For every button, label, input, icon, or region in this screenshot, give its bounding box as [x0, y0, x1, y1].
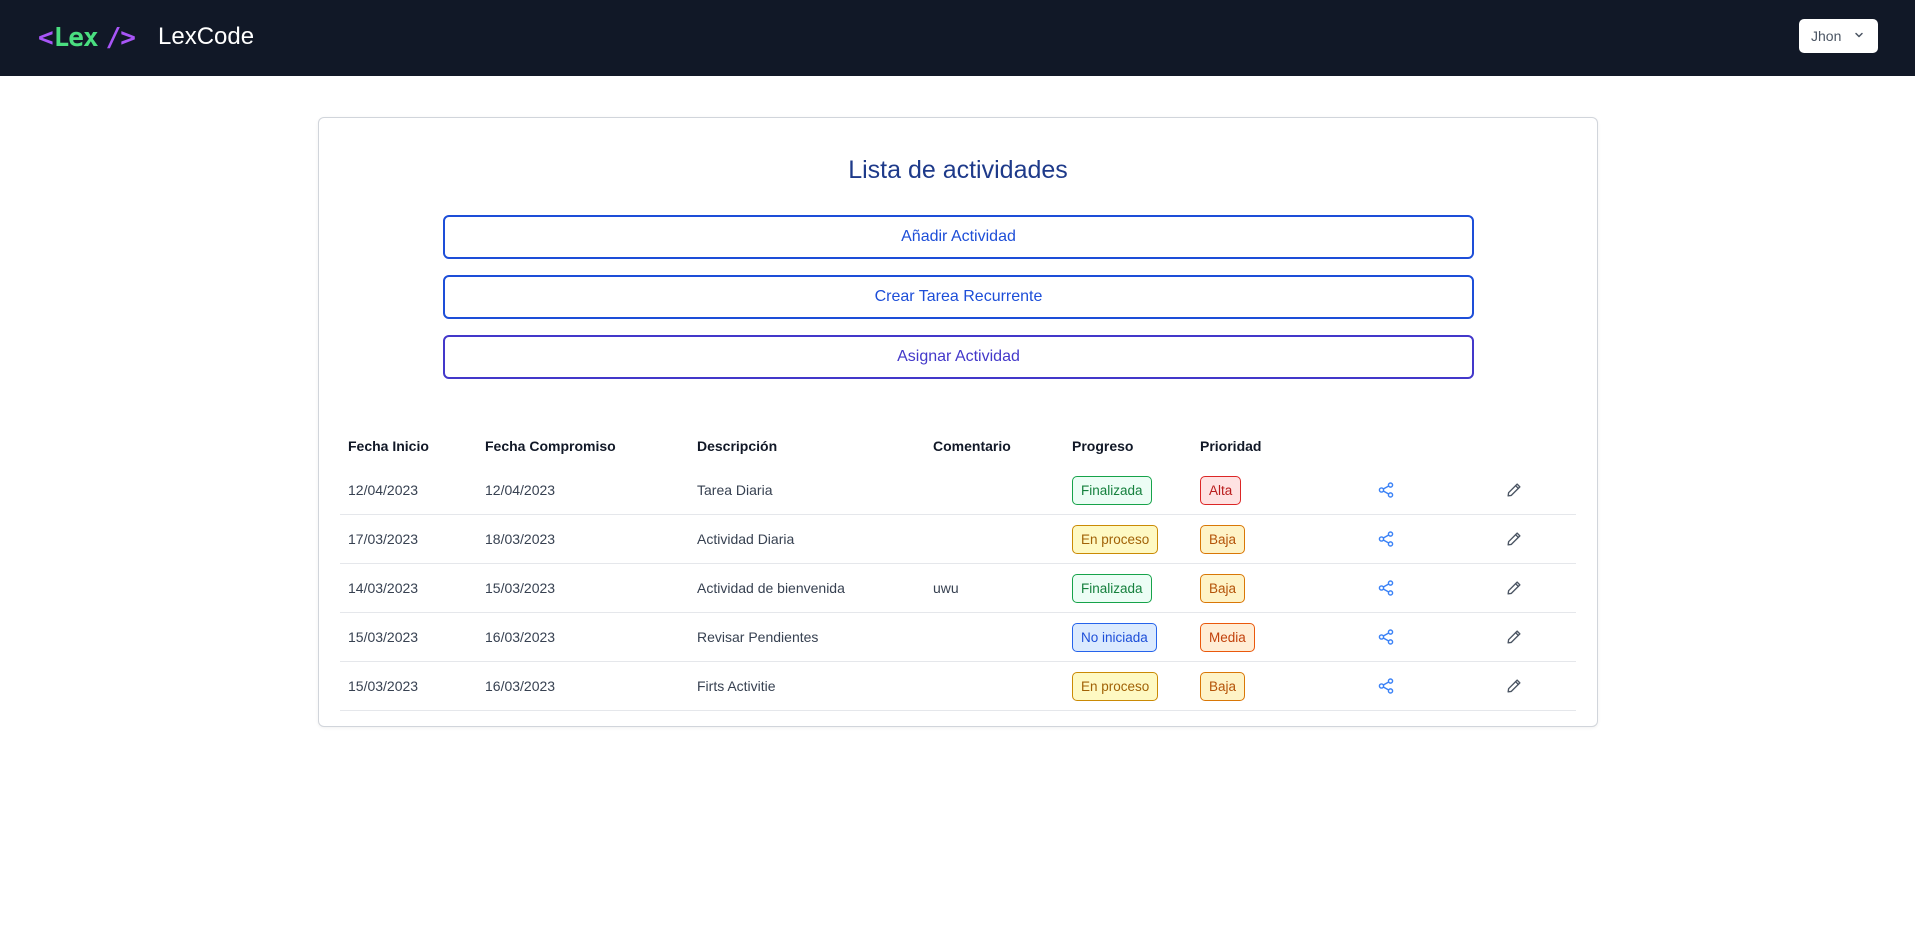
priority-badge: Alta: [1200, 476, 1242, 505]
column-header-comment: Comentario: [933, 438, 1011, 454]
activities-table: Fecha Inicio Fecha Compromiso Descripció…: [340, 426, 1576, 711]
table-row: 14/03/2023 15/03/2023 Actividad de bienv…: [340, 564, 1576, 613]
table-body: 12/04/2023 12/04/2023 Tarea Diaria Final…: [340, 466, 1576, 711]
chevron-down-icon: [1855, 32, 1863, 38]
start-date-cell: 15/03/2023: [348, 629, 419, 645]
top-navbar: < Lex /> LexCode Jhon: [0, 0, 1915, 76]
due-date-cell: 15/03/2023: [485, 580, 556, 596]
priority-badge: Baja: [1200, 525, 1246, 554]
column-header-priority: Prioridad: [1200, 438, 1262, 454]
start-date-cell: 12/04/2023: [348, 482, 419, 498]
logo-word: Lex: [53, 23, 99, 53]
priority-badge: Media: [1200, 623, 1255, 652]
due-date-cell: 12/04/2023: [485, 482, 556, 498]
pencil-icon[interactable]: [1502, 674, 1526, 698]
user-menu-dropdown[interactable]: Jhon: [1799, 19, 1878, 53]
column-header-start-date: Fecha Inicio: [348, 438, 429, 454]
app-name[interactable]: LexCode: [158, 22, 254, 52]
assign-activity-button[interactable]: Asignar Actividad: [443, 335, 1474, 379]
priority-badge: Baja: [1200, 574, 1246, 603]
column-header-due-date: Fecha Compromiso: [485, 438, 616, 454]
logo-slash: />: [105, 23, 136, 53]
table-row: 17/03/2023 18/03/2023 Actividad Diaria E…: [340, 515, 1576, 564]
table-row: 15/03/2023 16/03/2023 Revisar Pendientes…: [340, 613, 1576, 662]
start-date-cell: 14/03/2023: [348, 580, 419, 596]
pencil-icon[interactable]: [1502, 527, 1526, 551]
description-cell: Firts Activitie: [697, 678, 776, 694]
description-cell: Tarea Diaria: [697, 482, 773, 498]
description-cell: Revisar Pendientes: [697, 629, 819, 645]
column-header-description: Descripción: [697, 438, 778, 454]
table-header: Fecha Inicio Fecha Compromiso Descripció…: [340, 426, 1576, 466]
share-icon[interactable]: [1374, 625, 1398, 649]
start-date-cell: 17/03/2023: [348, 531, 419, 547]
user-name: Jhon: [1811, 28, 1842, 44]
progress-badge: No iniciada: [1072, 623, 1157, 652]
due-date-cell: 16/03/2023: [485, 629, 556, 645]
progress-badge: En proceso: [1072, 525, 1159, 554]
due-date-cell: 16/03/2023: [485, 678, 556, 694]
progress-badge: En proceso: [1072, 672, 1159, 701]
table-row: 15/03/2023 16/03/2023 Firts Activitie En…: [340, 662, 1576, 711]
progress-badge: Finalizada: [1072, 476, 1152, 505]
pencil-icon[interactable]: [1502, 625, 1526, 649]
page-title: Lista de actividades: [848, 156, 1068, 184]
logo-bracket: <: [38, 23, 54, 53]
priority-badge: Baja: [1200, 672, 1246, 701]
activities-card: Lista de actividades Añadir Actividad Cr…: [318, 117, 1598, 727]
create-recurrent-task-button[interactable]: Crear Tarea Recurrente: [443, 275, 1474, 319]
description-cell: Actividad de bienvenida: [697, 580, 845, 596]
share-icon[interactable]: [1374, 478, 1398, 502]
pencil-icon[interactable]: [1502, 576, 1526, 600]
table-row: 12/04/2023 12/04/2023 Tarea Diaria Final…: [340, 466, 1576, 515]
column-header-progress: Progreso: [1072, 438, 1134, 454]
progress-badge: Finalizada: [1072, 574, 1152, 603]
share-icon[interactable]: [1374, 576, 1398, 600]
lexcode-logo[interactable]: < Lex />: [38, 20, 136, 56]
comment-cell: uwu: [933, 580, 959, 596]
start-date-cell: 15/03/2023: [348, 678, 419, 694]
description-cell: Actividad Diaria: [697, 531, 795, 547]
pencil-icon[interactable]: [1502, 478, 1526, 502]
share-icon[interactable]: [1374, 527, 1398, 551]
share-icon[interactable]: [1374, 674, 1398, 698]
add-activity-button[interactable]: Añadir Actividad: [443, 215, 1474, 259]
due-date-cell: 18/03/2023: [485, 531, 556, 547]
